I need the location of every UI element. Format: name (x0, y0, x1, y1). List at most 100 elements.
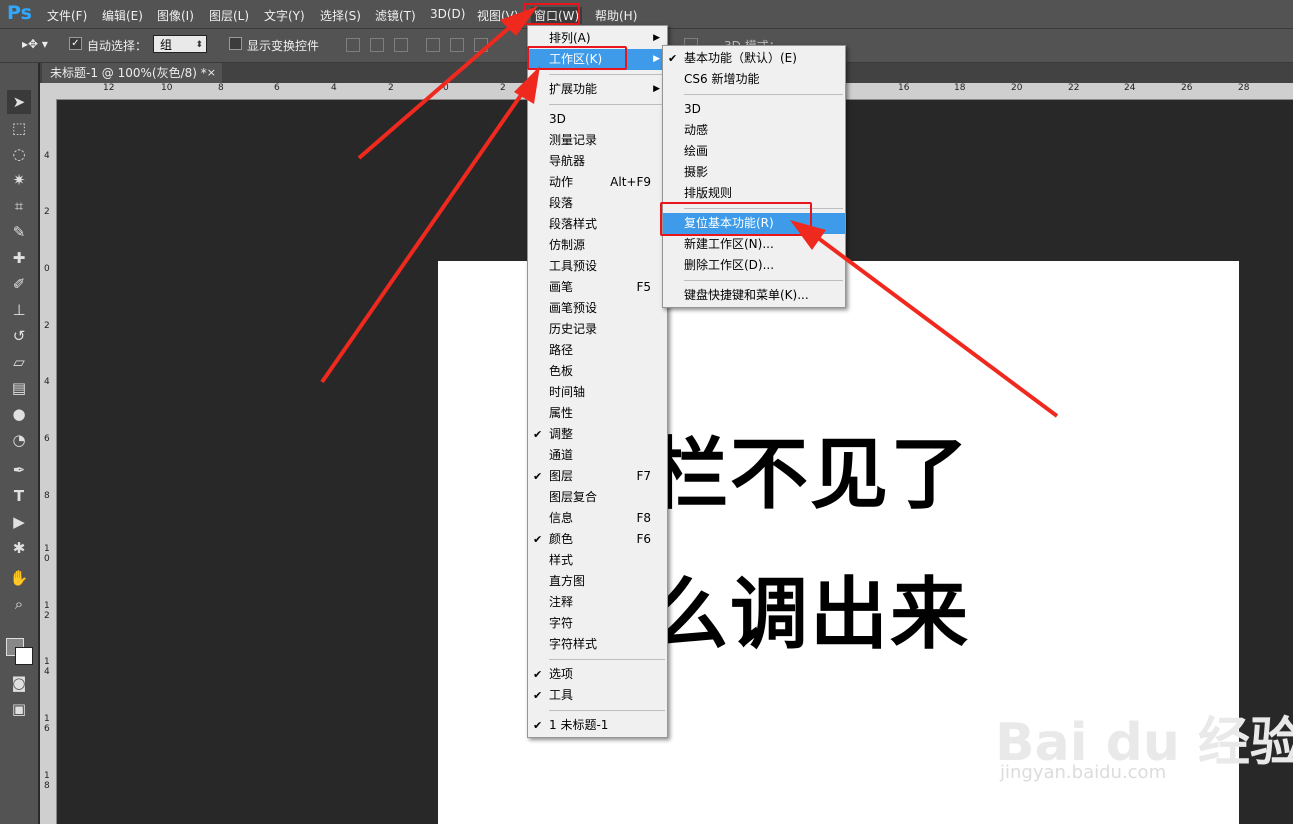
menu-item[interactable]: 属性 (528, 403, 667, 424)
align-bottom-icon[interactable] (394, 38, 408, 52)
align-vcenter-icon[interactable] (370, 38, 384, 52)
ruler-tick: 22 (1068, 83, 1080, 93)
quick-mask-icon[interactable]: ◙ (7, 671, 31, 695)
menu-item[interactable]: 样式 (528, 550, 667, 571)
menu-item-label: 调整 (549, 427, 574, 441)
menu-item[interactable]: 信息 F8 (528, 508, 667, 529)
menu-item[interactable]: 新建工作区(N)... (663, 234, 845, 255)
menu-item[interactable]: 绘画 (663, 141, 845, 162)
marquee-icon[interactable]: ⬚ (7, 116, 31, 140)
menu-item[interactable]: 段落 (528, 193, 667, 214)
menu-item[interactable]: 历史记录 (528, 319, 667, 340)
menu-item[interactable]: 工具 ✔ (528, 685, 667, 706)
menu-item[interactable]: 色板 (528, 361, 667, 382)
ruler-tick: 6 (44, 434, 50, 444)
menu-help[interactable]: 帮助(H) (595, 7, 637, 24)
menu-item[interactable]: 图层 ✔ F7 (528, 466, 667, 487)
menu-item[interactable]: 画笔 F5 (528, 277, 667, 298)
dodge-icon[interactable]: ◔ (7, 428, 31, 452)
menu-type[interactable]: 文字(Y) (264, 7, 305, 24)
blur-icon[interactable]: ● (7, 402, 31, 426)
crop-icon[interactable]: ⌗ (7, 194, 31, 218)
menu-item[interactable]: 1 未标题-1 ✔ (528, 715, 667, 736)
menu-item[interactable]: 动作 Alt+F9 (528, 172, 667, 193)
ruler-tick: 2 (388, 83, 394, 93)
healing-icon[interactable]: ✚ (7, 246, 31, 270)
menu-item[interactable]: 颜色 ✔ F6 (528, 529, 667, 550)
show-transform-checkbox[interactable] (229, 37, 242, 50)
auto-select-checkbox[interactable]: ✓ (69, 37, 82, 50)
align-left-icon[interactable] (426, 38, 440, 52)
menu-item[interactable]: 时间轴 (528, 382, 667, 403)
menu-item[interactable]: 注释 (528, 592, 667, 613)
menu-item[interactable]: 删除工作区(D)... (663, 255, 845, 276)
menu-item-label: 工具预设 (549, 259, 598, 273)
menu-item[interactable]: 画笔预设 (528, 298, 667, 319)
menu-item[interactable]: CS6 新增功能 (663, 69, 845, 90)
menu-item[interactable]: 排版规则 (663, 183, 845, 204)
menu-separator (684, 94, 843, 95)
menu-item[interactable]: 字符样式 (528, 634, 667, 655)
menu-item[interactable]: 3D (663, 99, 845, 120)
align-top-icon[interactable] (346, 38, 360, 52)
lasso-icon[interactable]: ◌ (7, 142, 31, 166)
menu-item[interactable]: 工具预设 (528, 256, 667, 277)
magic-wand-icon[interactable]: ✷ (7, 168, 31, 192)
ps-logo: Ps (7, 2, 32, 24)
eyedropper-icon[interactable]: ✎ (7, 220, 31, 244)
menu-item[interactable]: 调整 ✔ (528, 424, 667, 445)
menu-item[interactable]: 基本功能（默认）(E) ✔ (663, 48, 845, 69)
menu-item[interactable]: 选项 ✔ (528, 664, 667, 685)
type-icon[interactable]: T (7, 484, 31, 508)
menu-image[interactable]: 图像(I) (157, 7, 194, 24)
menu-view[interactable]: 视图(V) (477, 7, 517, 24)
hand-icon[interactable]: ✋ (7, 566, 31, 590)
menu-item[interactable]: 动感 (663, 120, 845, 141)
screen-mode-icon[interactable]: ▣ (7, 697, 31, 721)
document-tab-title: 未标题-1 @ 100%(灰色/8) * (50, 66, 207, 80)
menu-item[interactable]: 图层复合 (528, 487, 667, 508)
zoom-icon[interactable]: ⌕ (7, 592, 31, 616)
ruler-tick: 1 2 (44, 601, 50, 621)
ruler-tick: 26 (1181, 83, 1193, 93)
menu-item[interactable]: 摄影 (663, 162, 845, 183)
menu-file[interactable]: 文件(F) (47, 7, 87, 24)
shape-icon[interactable]: ✱ (7, 536, 31, 560)
stamp-icon[interactable]: ⊥ (7, 298, 31, 322)
path-select-icon[interactable]: ▶ (7, 510, 31, 534)
menu-item[interactable]: 仿制源 (528, 235, 667, 256)
ruler-tick: 6 (274, 83, 280, 93)
history-brush-icon[interactable]: ↺ (7, 324, 31, 348)
menu-item[interactable]: 直方图 (528, 571, 667, 592)
menu-shortcut: F7 (636, 469, 651, 483)
menu-item[interactable]: 3D (528, 109, 667, 130)
menu-filter[interactable]: 滤镜(T) (375, 7, 416, 24)
menu-select[interactable]: 选择(S) (320, 7, 361, 24)
document-tab[interactable]: 未标题-1 @ 100%(灰色/8) * × (42, 63, 222, 83)
ruler-tick: 1 0 (44, 544, 50, 564)
align-right-icon[interactable] (474, 38, 488, 52)
menu-item[interactable]: 键盘快捷键和菜单(K)... (663, 285, 845, 306)
menu-item[interactable]: 扩展功能 ▶ (528, 79, 667, 100)
menu-item[interactable]: 通道 (528, 445, 667, 466)
move-tool-preset-icon[interactable]: ▸✥ ▾ (22, 37, 48, 51)
menu-item[interactable]: 测量记录 (528, 130, 667, 151)
menu-separator (549, 74, 665, 75)
menu-3d[interactable]: 3D(D) (430, 7, 465, 21)
align-hcenter-icon[interactable] (450, 38, 464, 52)
menu-item[interactable]: 导航器 (528, 151, 667, 172)
pen-icon[interactable]: ✒ (7, 458, 31, 482)
move-tool-icon[interactable]: ➤ (7, 90, 31, 114)
menu-layer[interactable]: 图层(L) (209, 7, 249, 24)
gradient-icon[interactable]: ▤ (7, 376, 31, 400)
background-color-swatch[interactable] (15, 647, 33, 665)
auto-select-dropdown[interactable]: 组 ⬍ (153, 35, 207, 53)
eraser-icon[interactable]: ▱ (7, 350, 31, 374)
show-transform-label: 显示变换控件 (247, 39, 320, 53)
brush-icon[interactable]: ✐ (7, 272, 31, 296)
close-icon[interactable]: × (207, 63, 216, 83)
menu-item[interactable]: 段落样式 (528, 214, 667, 235)
menu-item[interactable]: 字符 (528, 613, 667, 634)
menu-item[interactable]: 路径 (528, 340, 667, 361)
menu-edit[interactable]: 编辑(E) (102, 7, 143, 24)
